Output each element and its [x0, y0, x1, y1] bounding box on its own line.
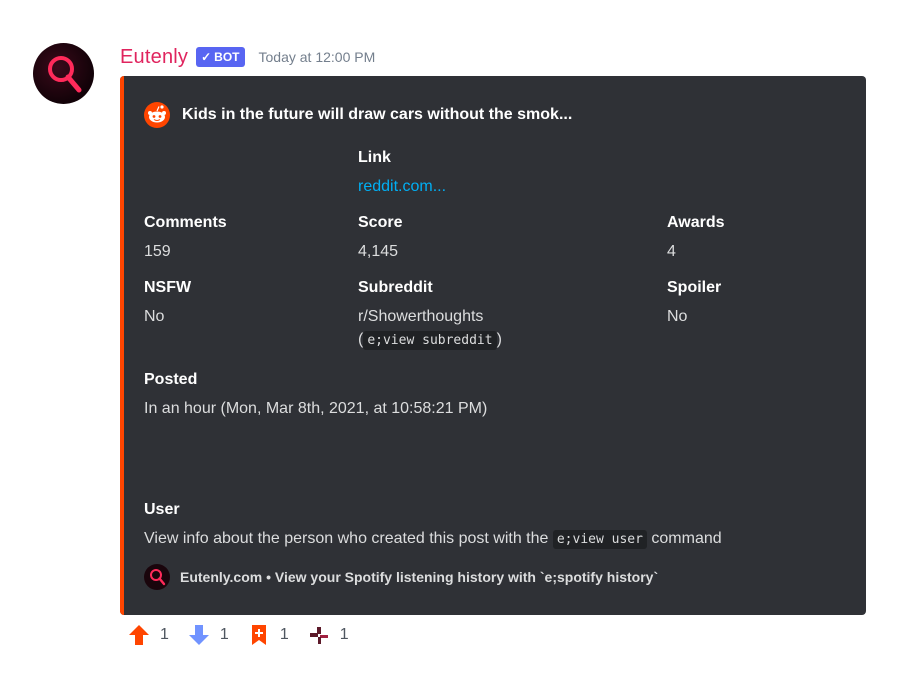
bookmark-add-icon	[251, 625, 266, 645]
footer-text: Eutenly.com • View your Spotify listenin…	[180, 569, 659, 585]
reaction-count: 1	[160, 626, 169, 643]
field-awards-value: 4	[667, 243, 676, 260]
bot-tag: ✓ BOT	[196, 47, 245, 67]
reaction-count: 1	[339, 626, 349, 643]
reaction-bookmark-add[interactable]: 1	[248, 624, 289, 646]
field-awards: Awards 4	[667, 213, 725, 262]
field-nsfw: NSFW No	[144, 278, 191, 327]
footer-icon	[144, 564, 170, 590]
field-score: Score 4,145	[358, 213, 402, 262]
embed-title-row: Kids in the future will draw cars withou…	[144, 102, 572, 128]
field-user-value: View info about the person who created t…	[144, 529, 859, 550]
reaction-count: 1	[219, 626, 229, 643]
field-subreddit-name: Subreddit	[358, 279, 433, 296]
bot-avatar[interactable]	[33, 43, 94, 104]
view-user-command: e;view user	[552, 530, 647, 549]
field-subreddit-value: r/Showerthoughts	[358, 308, 484, 325]
view-subreddit-command: e;view subreddit	[363, 331, 497, 350]
message-timestamp[interactable]: Today at 12:00 PM	[259, 49, 376, 65]
downvote-icon	[188, 625, 209, 645]
field-user: User View info about the person who crea…	[144, 500, 859, 550]
post-link[interactable]: reddit.com...	[358, 177, 446, 197]
field-spoiler-name: Spoiler	[667, 279, 722, 296]
message-header: Eutenly ✓ BOT Today at 12:00 PM	[120, 43, 375, 71]
upvote-icon	[129, 625, 149, 645]
username[interactable]: Eutenly	[120, 46, 188, 69]
field-spoiler-value: No	[667, 308, 688, 325]
checkmark-icon: ✓	[201, 50, 212, 64]
reactions-bar: 1 1 1 1	[128, 624, 349, 646]
reddit-embed: Kids in the future will draw cars withou…	[120, 76, 866, 615]
field-score-value: 4,145	[358, 243, 399, 260]
magnifier-logo-icon	[48, 56, 82, 93]
field-user-name: User	[144, 501, 180, 518]
field-spoiler: Spoiler No	[667, 278, 721, 327]
field-link-name: Link	[358, 149, 391, 166]
embed-title[interactable]: Kids in the future will draw cars withou…	[182, 106, 572, 124]
field-score-name: Score	[358, 214, 403, 231]
reaction-upvote[interactable]: 1	[128, 624, 169, 646]
field-nsfw-name: NSFW	[144, 279, 192, 296]
field-comments-name: Comments	[144, 214, 227, 231]
bot-tag-label: BOT	[214, 50, 240, 64]
field-comments-value: 159	[144, 243, 171, 260]
embed-footer: Eutenly.com • View your Spotify listenin…	[144, 564, 658, 590]
field-link: Link reddit.com...	[358, 148, 446, 197]
field-subreddit: Subreddit r/Showerthoughts (e;view subre…	[358, 278, 502, 350]
reaction-pixel-art[interactable]: 1	[308, 624, 349, 646]
field-posted-value: In an hour (Mon, Mar 8th, 2021, at 10:58…	[144, 400, 488, 417]
field-awards-name: Awards	[667, 214, 725, 231]
embed-accent-bar	[120, 76, 124, 615]
reaction-downvote[interactable]: 1	[188, 624, 229, 646]
field-comments: Comments 159	[144, 213, 227, 262]
reaction-count: 1	[279, 626, 289, 643]
reddit-icon	[144, 102, 170, 128]
subreddit-command-hint: (e;view subreddit)	[358, 331, 502, 350]
field-nsfw-value: No	[144, 308, 165, 325]
pixel-art-icon	[309, 627, 328, 644]
user-hint-suffix: command	[651, 530, 722, 547]
field-posted-name: Posted	[144, 371, 198, 388]
field-posted: Posted In an hour (Mon, Mar 8th, 2021, a…	[144, 370, 487, 419]
user-hint-prefix: View info about the person who created t…	[144, 530, 549, 547]
magnifier-logo-icon	[150, 569, 166, 586]
